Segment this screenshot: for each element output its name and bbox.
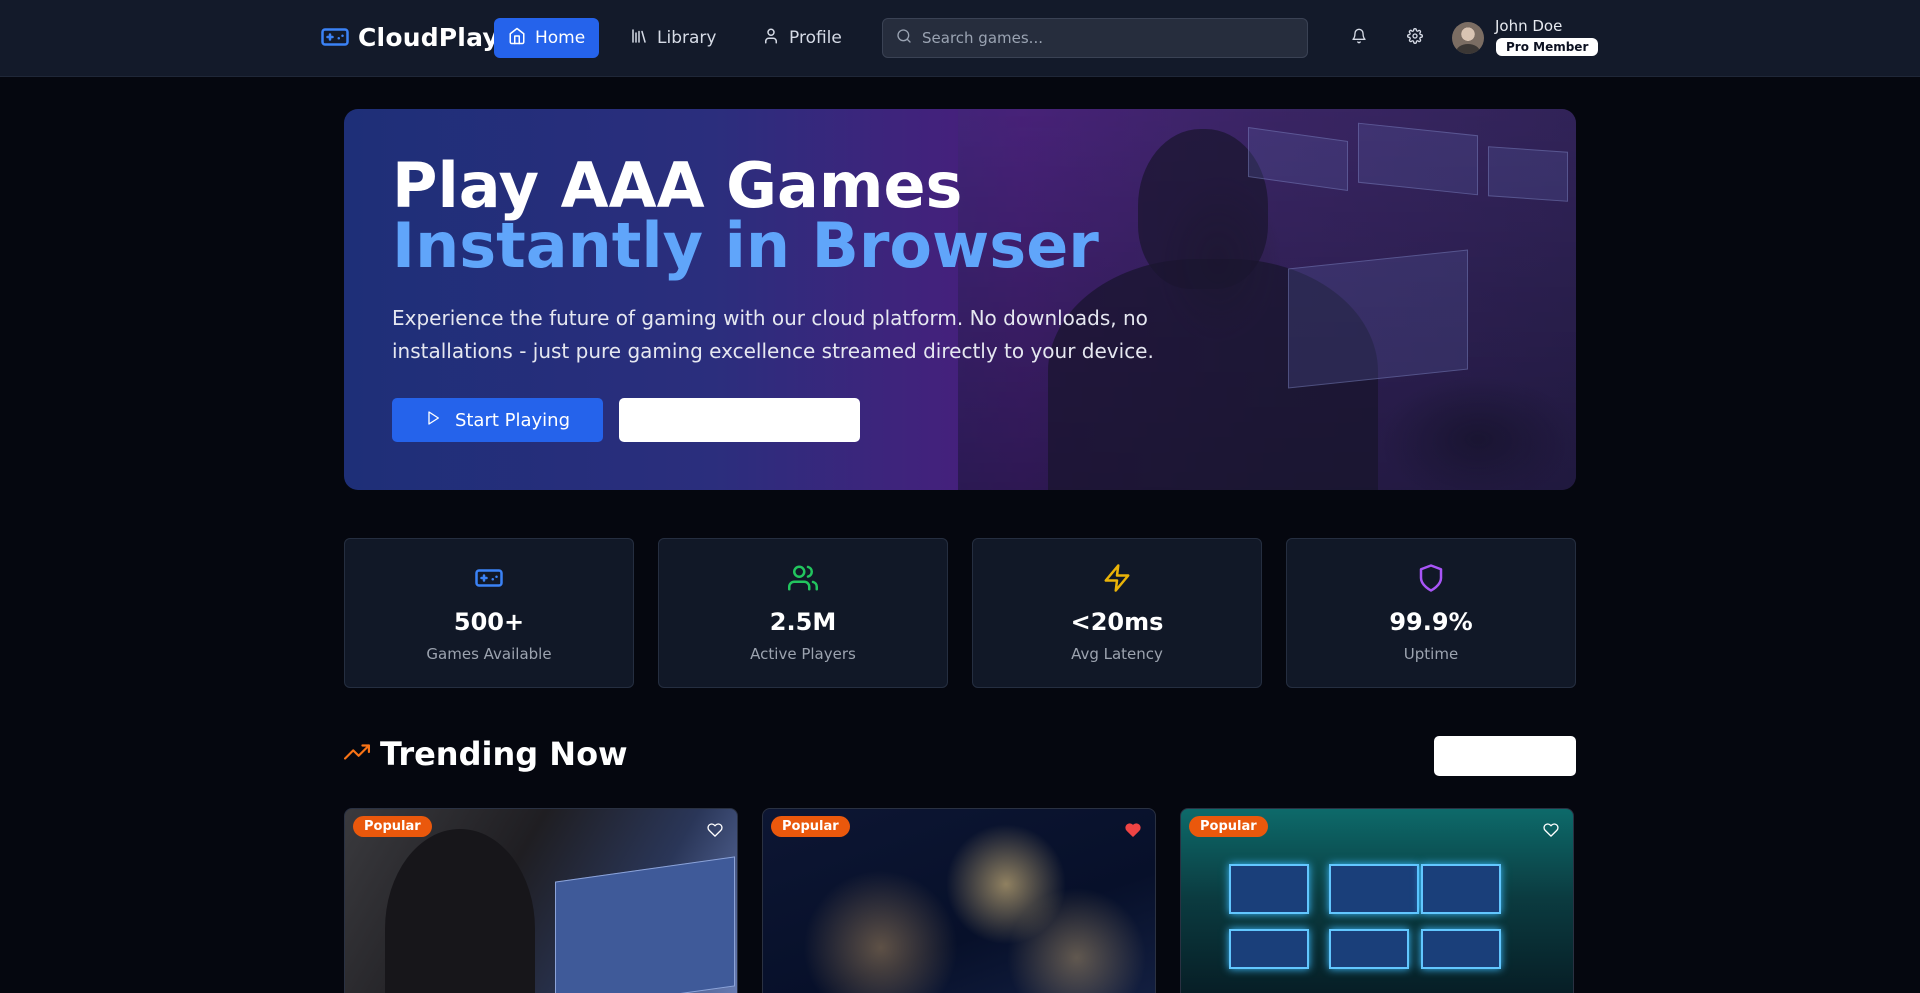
- trending-up-icon: [344, 739, 370, 769]
- gear-icon: [1407, 28, 1423, 48]
- stat-value: 2.5M: [769, 608, 837, 636]
- lightning-icon: [973, 563, 1261, 595]
- nav-library-label: Library: [657, 28, 717, 48]
- search-icon: [896, 28, 912, 48]
- start-playing-button[interactable]: Start Playing: [392, 398, 603, 442]
- start-playing-label: Start Playing: [454, 409, 571, 431]
- nav-profile-label: Profile: [789, 28, 842, 48]
- user-icon: [762, 27, 780, 50]
- gamepad-logo-icon: [320, 22, 350, 52]
- stat-value: <20ms: [1070, 608, 1164, 636]
- top-navbar: CloudPlay Home Library Profile Jo: [0, 0, 1920, 77]
- popular-badge: Popular: [353, 816, 432, 837]
- game-card[interactable]: Popular: [344, 808, 738, 993]
- gamepad-icon: [345, 563, 633, 595]
- stat-card-uptime: 99.9% Uptime: [1286, 538, 1576, 688]
- shield-icon: [1287, 563, 1575, 595]
- avatar[interactable]: [1452, 22, 1484, 54]
- nav-home-label: Home: [535, 28, 586, 48]
- stat-value: 500+: [453, 608, 525, 636]
- view-all-button[interactable]: [1434, 736, 1576, 776]
- membership-badge: Pro Member: [1496, 38, 1599, 56]
- hero-gamer-image: [958, 109, 1576, 490]
- heart-icon[interactable]: [705, 820, 725, 840]
- secondary-hero-button[interactable]: [619, 398, 860, 442]
- library-icon: [630, 27, 648, 50]
- hero-banner: Play AAA Games Instantly in Browser Expe…: [344, 109, 1576, 490]
- nav-profile[interactable]: Profile: [748, 18, 856, 58]
- stat-card-latency: <20ms Avg Latency: [972, 538, 1262, 688]
- stat-label: Uptime: [1403, 645, 1459, 663]
- heart-icon[interactable]: [1541, 820, 1561, 840]
- heart-filled-icon[interactable]: [1123, 820, 1143, 840]
- trending-title: Trending Now: [380, 735, 628, 773]
- bell-icon: [1351, 28, 1367, 48]
- users-icon: [659, 563, 947, 595]
- notifications-button[interactable]: [1345, 24, 1373, 52]
- hero-subtitle: Experience the future of gaming with our…: [392, 306, 1154, 363]
- user-name[interactable]: John Doe: [1495, 17, 1562, 35]
- game-card[interactable]: Popular: [1180, 808, 1574, 993]
- game-card[interactable]: Popular: [762, 808, 1156, 993]
- nav-home[interactable]: Home: [494, 18, 600, 58]
- trending-header: Trending Now: [344, 735, 628, 773]
- popular-badge: Popular: [1189, 816, 1268, 837]
- search-box[interactable]: [882, 18, 1308, 58]
- popular-badge: Popular: [771, 816, 850, 837]
- stat-card-players: 2.5M Active Players: [658, 538, 948, 688]
- home-icon: [508, 27, 526, 50]
- stat-label: Active Players: [750, 645, 856, 663]
- stat-label: Games Available: [426, 645, 552, 663]
- brand-logo[interactable]: CloudPlay: [320, 22, 499, 52]
- hero-title-line2: Instantly in Browser: [392, 209, 1099, 282]
- settings-button[interactable]: [1401, 24, 1429, 52]
- brand-name: CloudPlay: [358, 22, 499, 52]
- play-icon: [425, 410, 441, 431]
- stat-label: Avg Latency: [1071, 645, 1163, 663]
- search-input[interactable]: [922, 29, 1282, 47]
- nav-library[interactable]: Library: [616, 18, 730, 58]
- stat-value: 99.9%: [1389, 608, 1473, 636]
- stat-card-games: 500+ Games Available: [344, 538, 634, 688]
